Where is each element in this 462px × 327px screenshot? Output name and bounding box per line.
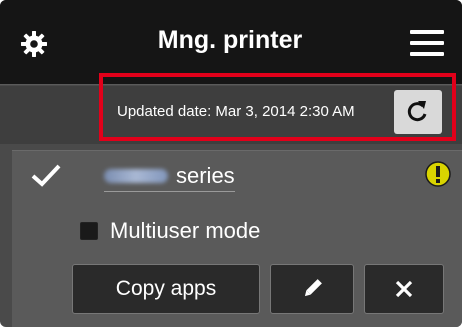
- check-icon: [31, 164, 61, 187]
- close-icon: [395, 280, 413, 298]
- gear-icon[interactable]: [20, 30, 48, 58]
- multiuser-checkbox[interactable]: [80, 222, 98, 240]
- redacted-model: [104, 168, 168, 183]
- hamburger-menu-icon[interactable]: [410, 30, 444, 56]
- multiuser-label: Multiuser mode: [110, 218, 261, 243]
- page-title: Mng. printer: [157, 26, 303, 54]
- refresh-icon: [407, 101, 427, 122]
- updated-date-text: Updated date: Mar 3, 2014 2:30 AM: [117, 103, 355, 120]
- top-bar: Mng. printer: [0, 0, 462, 85]
- delete-button[interactable]: [364, 264, 444, 314]
- copy-apps-button[interactable]: Copy apps: [72, 264, 260, 314]
- refresh-button[interactable]: [394, 90, 442, 134]
- multiuser-toggle[interactable]: Multiuser mode: [80, 216, 260, 246]
- edit-button[interactable]: [270, 264, 354, 314]
- printer-name-link[interactable]: series: [104, 162, 235, 192]
- printer-name-suffix: series: [176, 162, 235, 188]
- alert-icon[interactable]: [424, 160, 452, 188]
- pencil-icon: [304, 279, 322, 297]
